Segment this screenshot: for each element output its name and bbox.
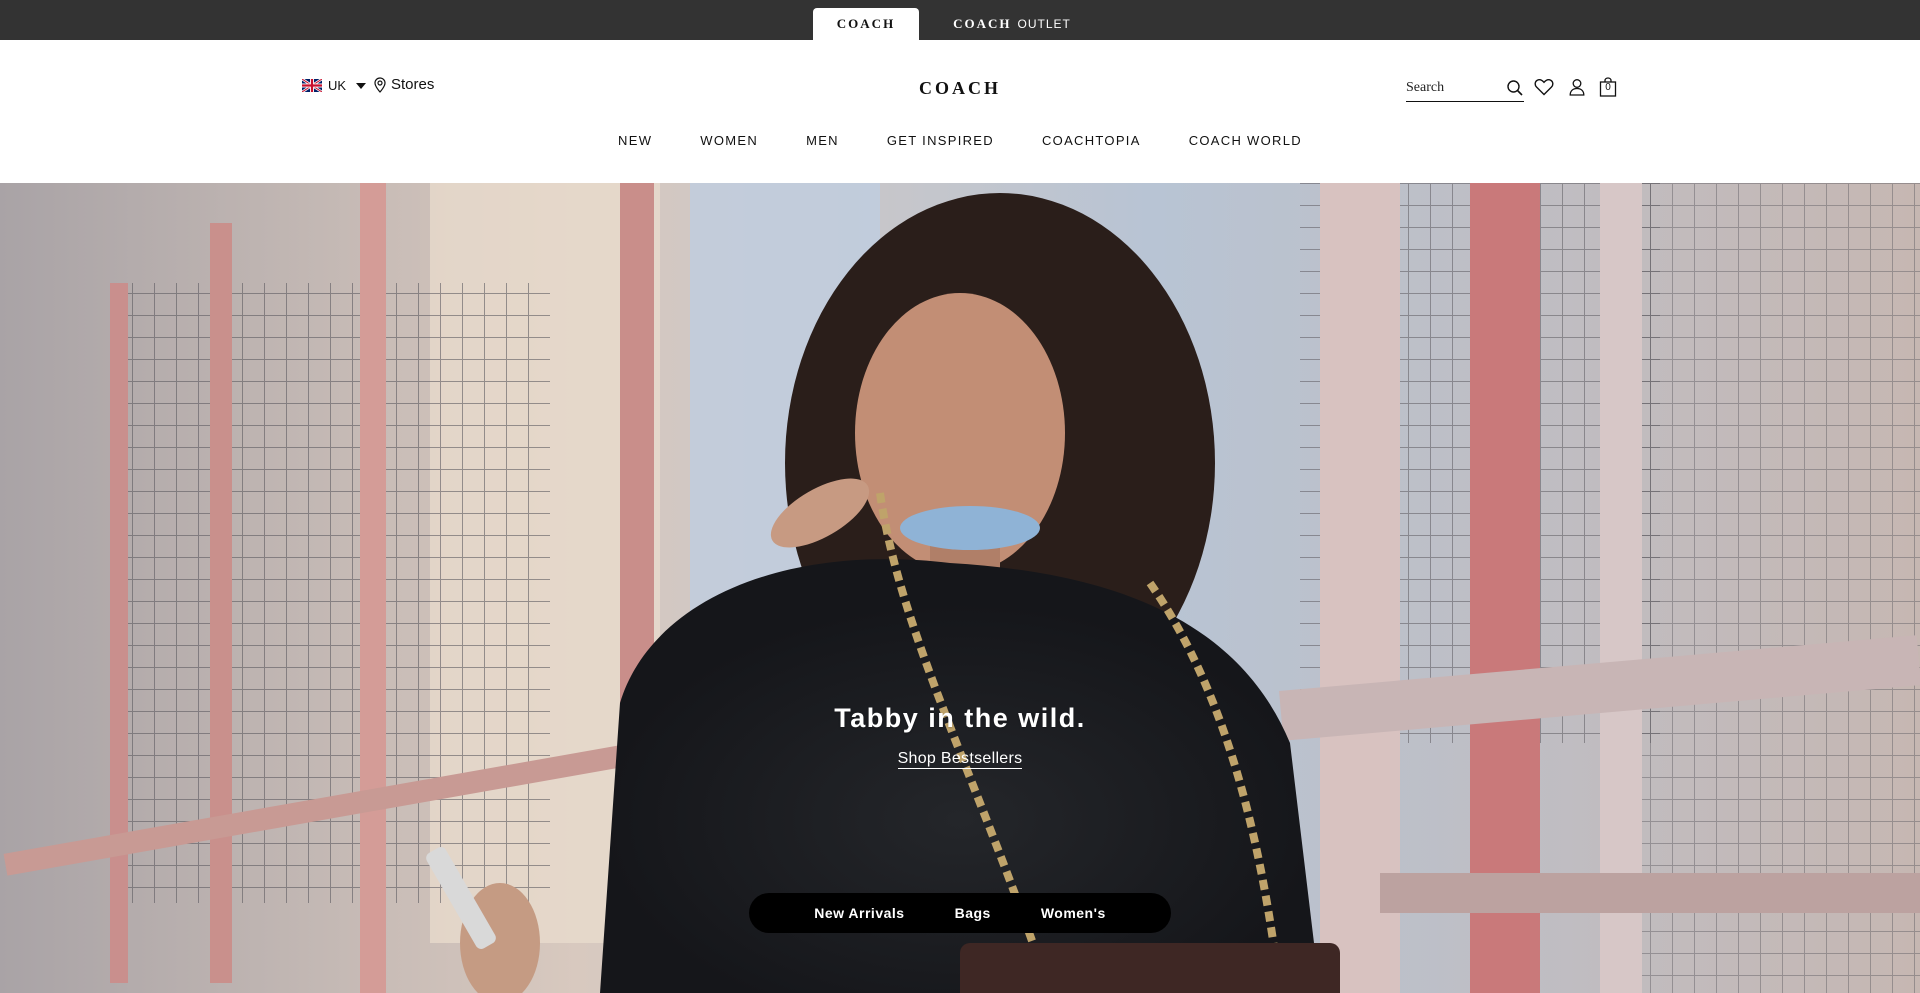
search-icon[interactable] (1506, 79, 1524, 97)
wishlist-button[interactable] (1533, 76, 1555, 98)
brand-switcher-bar: COACH COACH OUTLET (0, 0, 1920, 40)
uk-flag-icon (302, 79, 322, 92)
shop-bestsellers-link[interactable]: Shop Bestsellers (897, 750, 1023, 769)
hero-image (0, 183, 1920, 993)
tab-coach[interactable]: COACH (813, 8, 919, 40)
site-logo[interactable]: COACH (901, 78, 1019, 99)
cart-count: 0 (1605, 82, 1611, 93)
quick-link-bags[interactable]: Bags (955, 905, 991, 921)
main-navigation: NEW WOMEN MEN GET INSPIRED COACHTOPIA CO… (0, 133, 1920, 148)
tab-outlet-suffix: OUTLET (1017, 17, 1071, 31)
nav-item-coach-world[interactable]: COACH WORLD (1189, 133, 1302, 148)
nav-item-men[interactable]: MEN (806, 133, 839, 148)
quick-link-new-arrivals[interactable]: New Arrivals (814, 905, 904, 921)
nav-item-coachtopia[interactable]: COACHTOPIA (1042, 133, 1141, 148)
chevron-down-icon (356, 82, 367, 89)
account-button[interactable] (1566, 76, 1588, 98)
locale-label: UK (328, 78, 347, 93)
nav-item-new[interactable]: NEW (618, 133, 652, 148)
tab-outlet-logo: COACH (953, 16, 1012, 31)
nav-item-get-inspired[interactable]: GET INSPIRED (887, 133, 994, 148)
stores-link[interactable]: Stores (374, 76, 434, 93)
tab-coach-label: COACH (836, 16, 896, 31)
cart-button[interactable]: 0 (1597, 76, 1619, 98)
quick-link-womens[interactable]: Women's (1041, 905, 1106, 921)
search-field (1406, 74, 1524, 102)
location-pin-icon (374, 76, 386, 93)
locale-selector[interactable]: UK (302, 78, 367, 93)
tab-coach-outlet[interactable]: COACH OUTLET (942, 8, 1082, 40)
stores-label: Stores (391, 76, 435, 93)
account-icon (1569, 79, 1585, 96)
heart-icon (1534, 79, 1554, 96)
search-input[interactable] (1406, 75, 1496, 100)
hero-banner[interactable]: Tabby in the wild. Shop Bestsellers New … (0, 183, 1920, 993)
nav-item-women[interactable]: WOMEN (700, 133, 758, 148)
quick-links-pill: New Arrivals Bags Women's (749, 893, 1171, 933)
hero-title: Tabby in the wild. (834, 703, 1086, 733)
site-header: UK Stores COACH 0 NEW (0, 40, 1920, 183)
hero-link-wrapper: Shop Bestsellers (0, 750, 1920, 769)
